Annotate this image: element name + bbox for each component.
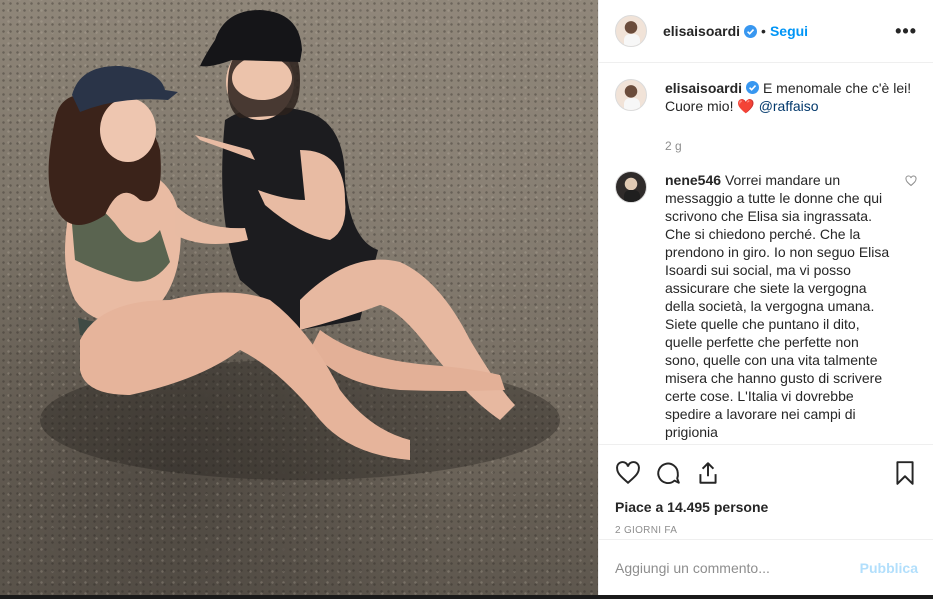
header-username[interactable]: elisaisoardi — [663, 23, 740, 39]
verified-badge-icon — [746, 81, 760, 94]
bottom-edge — [0, 595, 933, 599]
post-photo[interactable] — [0, 0, 598, 599]
comment-username[interactable]: nene546 — [665, 172, 721, 188]
share-icon[interactable] — [695, 460, 721, 486]
caption-username[interactable]: elisaisoardi — [665, 80, 742, 96]
follow-button[interactable]: Segui — [770, 23, 808, 39]
post-header: elisaisoardi • Segui ••• — [599, 0, 933, 63]
save-icon[interactable] — [892, 460, 918, 486]
small-heart-icon[interactable] — [905, 175, 917, 187]
avatar[interactable] — [615, 15, 647, 47]
likes-count[interactable]: Piace a 14.495 persone — [615, 499, 918, 515]
publish-button[interactable]: Pubblica — [860, 560, 918, 576]
comment-text: Vorrei mandare un messaggio a tutte le d… — [665, 172, 890, 440]
caption-body: elisaisoardi E menomale che c'è lei! Cuo… — [665, 79, 917, 115]
photo-people-illustration — [40, 10, 560, 480]
caption: elisaisoardi E menomale che c'è lei! Cuo… — [615, 79, 917, 115]
comment-input[interactable] — [615, 559, 860, 576]
comment-icon[interactable] — [655, 460, 681, 486]
caption-mention-link[interactable]: @raffaiso — [759, 98, 819, 114]
comments-list[interactable]: elisaisoardi E menomale che c'è lei! Cuo… — [599, 63, 933, 443]
comment-body: nene546 Vorrei mandare un messaggio a tu… — [665, 171, 895, 441]
caption-timestamp[interactable]: 2 g — [665, 139, 917, 153]
post-side-panel: elisaisoardi • Segui ••• elisaisoardi E … — [598, 0, 933, 599]
action-icons-row — [615, 453, 918, 493]
more-options-icon[interactable]: ••• — [895, 21, 917, 42]
heart-emoji: ❤️ — [737, 98, 755, 114]
add-comment-bar: Pubblica — [599, 539, 933, 595]
like-icon[interactable] — [615, 460, 641, 486]
avatar[interactable] — [615, 171, 647, 203]
avatar[interactable] — [615, 79, 647, 111]
verified-badge-icon — [744, 24, 758, 38]
post-date[interactable]: 2 GIORNI FA — [615, 525, 918, 536]
post-actions: Piace a 14.495 persone 2 GIORNI FA — [599, 444, 933, 536]
comment-item: nene546 Vorrei mandare un messaggio a tu… — [615, 171, 917, 441]
header-separator: • — [761, 23, 766, 39]
